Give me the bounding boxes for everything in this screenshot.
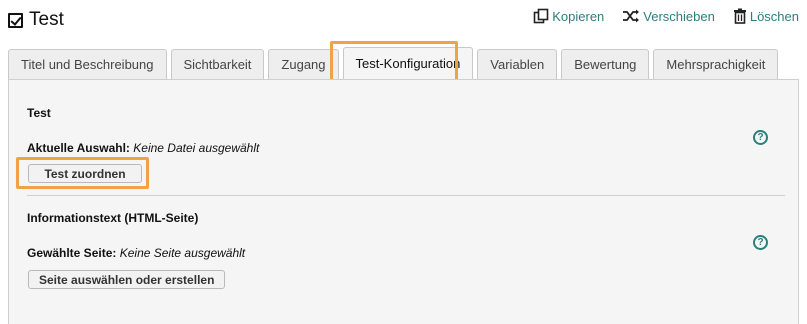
page-title-text: Test [29, 9, 64, 30]
trash-icon [733, 8, 746, 24]
page-title: Test [8, 9, 64, 31]
delete-label: Löschen [749, 8, 799, 24]
test-selection-value: Keine Datei ausgewählt [133, 141, 260, 155]
test-help-icon[interactable]: ? [753, 130, 768, 145]
tab-multilingual[interactable]: Mehrsprachigkeit [653, 49, 779, 79]
info-selection-value: Keine Seite ausgewählt [119, 246, 246, 260]
section-divider [27, 195, 785, 196]
move-label: Verschieben [643, 8, 715, 24]
move-button[interactable]: Verschieben [622, 8, 715, 24]
tab-grading[interactable]: Bewertung [561, 49, 650, 79]
tab-access[interactable]: Zugang [268, 49, 339, 79]
copy-button[interactable]: Kopieren [533, 8, 604, 24]
copy-label: Kopieren [552, 8, 605, 24]
select-or-create-page-button[interactable]: Seite auswählen oder erstellen [28, 270, 226, 289]
tab-bar: Titel und Beschreibung Sichtbarkeit Zuga… [8, 47, 779, 79]
header-actions: Kopieren Verschieben Löschen [533, 8, 799, 24]
shuffle-icon [623, 9, 640, 23]
tab-variables[interactable]: Variablen [477, 49, 558, 79]
delete-button[interactable]: Löschen [733, 8, 799, 24]
configuration-panel: Test Aktuelle Auswahl: Keine Datei ausge… [8, 79, 799, 324]
info-help-icon[interactable]: ? [753, 235, 768, 250]
test-selection-line: Aktuelle Auswahl: Keine Datei ausgewählt [27, 141, 259, 155]
page-header: Test Kopieren Verschieben Löschen [0, 0, 807, 40]
test-section-title: Test [27, 106, 51, 120]
tab-visibility[interactable]: Sichtbarkeit [170, 49, 265, 79]
copy-icon [533, 8, 549, 24]
test-selection-label: Aktuelle Auswahl: [27, 141, 130, 155]
info-section-title: Informationstext (HTML-Seite) [27, 211, 199, 225]
info-selection-label: Gewählte Seite: [27, 246, 117, 260]
assign-test-button[interactable]: Test zuordnen [28, 164, 142, 183]
tab-title-description[interactable]: Titel und Beschreibung [8, 49, 167, 79]
tab-test-configuration[interactable]: Test-Konfiguration [342, 47, 474, 79]
info-selection-line: Gewählte Seite: Keine Seite ausgewählt [27, 246, 245, 260]
checkbox-icon [8, 12, 23, 28]
